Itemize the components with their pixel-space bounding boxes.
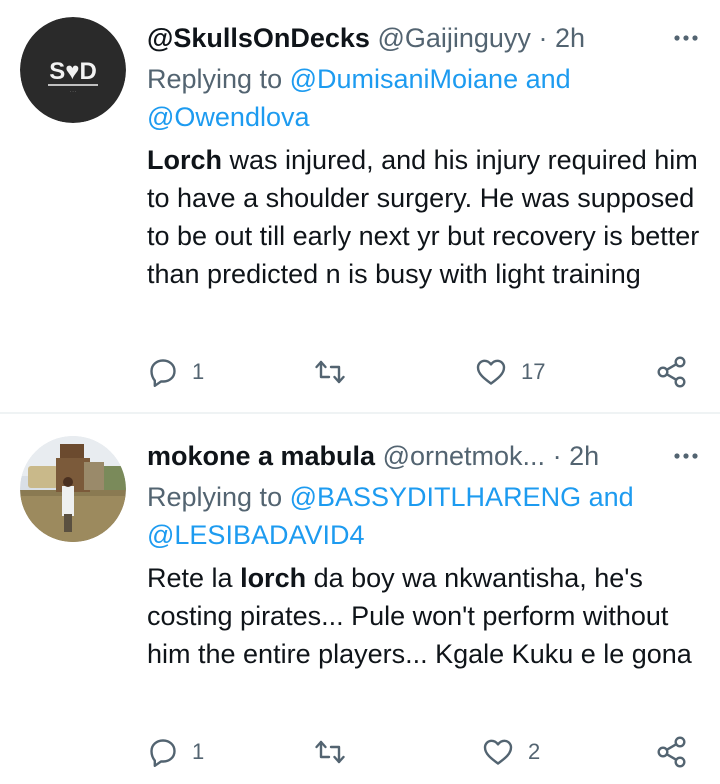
tweet-text-pre: Rete la — [147, 563, 241, 593]
replying-to: Replying to @BASSYDITLHARENG and @LESIBA… — [147, 478, 700, 554]
reply-count: 1 — [192, 359, 205, 384]
replying-and[interactable]: and — [581, 482, 634, 512]
heart-icon — [483, 739, 513, 765]
tweet-text-bold: lorch — [240, 563, 307, 593]
mention-link[interactable]: @LESIBADAVID4 — [147, 520, 365, 550]
more-horizontal-icon — [674, 35, 698, 41]
replying-prefix: Replying to — [147, 64, 290, 94]
like-button[interactable]: 2 — [482, 732, 540, 772]
share-icon — [657, 356, 686, 388]
user-handle[interactable]: @ornetmok... — [383, 441, 545, 471]
tweet-text-bold: Lorch — [147, 145, 223, 175]
mention-link[interactable]: @DumisaniMoiane — [290, 64, 519, 94]
separator-dot: · — [538, 23, 548, 53]
tweet-card[interactable]: S♥D · · · @SkullsOnDecks @Gaijinguyy · 2… — [0, 0, 720, 412]
like-count: 2 — [528, 739, 541, 764]
replying-prefix: Replying to — [147, 482, 290, 512]
retweet-button[interactable] — [313, 352, 361, 392]
retweet-icon — [315, 360, 345, 384]
tweet-header: @SkullsOnDecks @Gaijinguyy · 2h — [147, 18, 720, 58]
user-handle[interactable]: @Gaijinguyy — [377, 23, 530, 53]
tweet-card[interactable]: mokone a mabula @ornetmok... · 2h Replyi… — [0, 414, 720, 784]
tweet-text: Rete la lorch da boy wa nkwantisha, he's… — [147, 559, 700, 673]
avatar-logo-text: S♥D — [49, 58, 97, 85]
tweet-text: Lorch was injured, and his injury requir… — [147, 141, 700, 293]
more-options-button[interactable] — [666, 441, 706, 471]
retweet-icon — [315, 740, 345, 764]
reply-bubble-icon — [150, 359, 176, 387]
more-horizontal-icon — [674, 453, 698, 459]
action-bar: 1 2 — [0, 732, 720, 772]
mention-link[interactable]: @Owendlova — [147, 102, 310, 132]
heart-icon — [476, 359, 506, 385]
retweet-button[interactable] — [313, 732, 361, 772]
reply-bubble-icon — [150, 739, 176, 767]
avatar[interactable] — [20, 436, 126, 542]
tweet-text-body: was injured, and his injury required him… — [147, 145, 700, 289]
more-options-button[interactable] — [666, 23, 706, 53]
separator-dot: · — [552, 441, 562, 471]
reply-button[interactable]: 1 — [148, 352, 204, 392]
share-button[interactable] — [655, 732, 689, 772]
replying-and[interactable]: and — [518, 64, 571, 94]
share-button[interactable] — [655, 352, 689, 392]
timestamp[interactable]: 2h — [569, 441, 599, 471]
replying-to: Replying to @DumisaniMoiane and @Owendlo… — [147, 60, 700, 136]
action-bar: 1 17 — [0, 352, 720, 392]
share-icon — [657, 736, 686, 768]
display-name[interactable]: mokone a mabula — [147, 441, 375, 471]
reply-count: 1 — [192, 739, 205, 764]
like-count: 17 — [521, 359, 546, 384]
svg-text:· · ·: · · · — [70, 89, 76, 94]
avatar[interactable]: S♥D · · · — [20, 17, 126, 123]
display-name[interactable]: @SkullsOnDecks — [147, 23, 370, 53]
mention-link[interactable]: @BASSYDITLHARENG — [290, 482, 581, 512]
reply-button[interactable]: 1 — [148, 732, 204, 772]
tweet-header: mokone a mabula @ornetmok... · 2h — [147, 436, 720, 476]
timestamp[interactable]: 2h — [555, 23, 585, 53]
like-button[interactable]: 17 — [475, 352, 545, 392]
